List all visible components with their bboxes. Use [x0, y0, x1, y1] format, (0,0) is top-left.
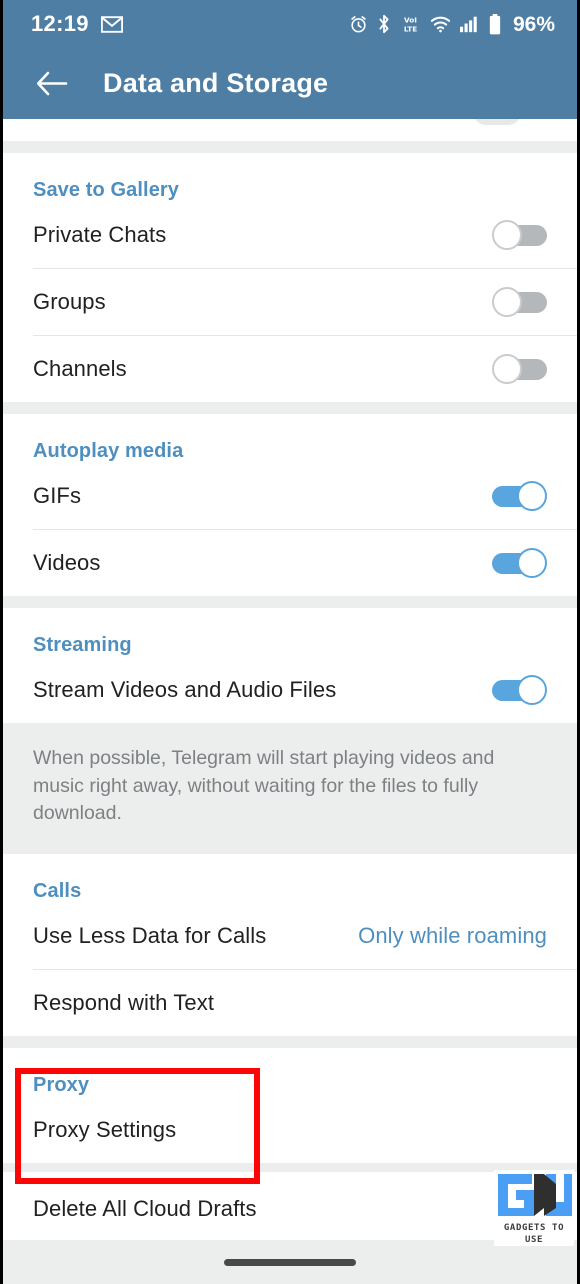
gesture-home-pill[interactable]: [224, 1258, 356, 1266]
section-gap: [3, 402, 577, 414]
row-label: Private Chats: [33, 222, 167, 247]
section-gap: [3, 1163, 577, 1173]
toggle-thumb: [492, 220, 522, 250]
back-arrow-icon[interactable]: [28, 60, 76, 108]
section-gap: [3, 141, 577, 153]
gmail-icon: [100, 15, 123, 33]
app-bar: Data and Storage: [3, 48, 577, 119]
row-stream-videos-audio[interactable]: Stream Videos and Audio Files: [3, 657, 577, 723]
row-label: Delete All Cloud Drafts: [33, 1196, 257, 1222]
volte-icon: VoI LTE: [400, 14, 421, 34]
section-header-streaming: Streaming: [33, 634, 132, 656]
section-header-autoplay-media: Autoplay media: [33, 440, 184, 462]
toggle-channels[interactable]: [492, 354, 547, 384]
status-bar: 12:19 VoI LTE 96%: [3, 0, 577, 48]
status-bar-icon-group: VoI LTE 96%: [349, 12, 555, 36]
wifi-icon: [430, 15, 451, 33]
bluetooth-icon: [377, 14, 391, 34]
toggle-thumb: [517, 481, 547, 511]
alarm-icon: [349, 15, 368, 34]
row-label: Proxy Settings: [33, 1117, 177, 1143]
page-title: Data and Storage: [103, 68, 329, 98]
section-gap: [3, 1036, 577, 1049]
toggle-thumb: [517, 548, 547, 578]
system-navigation-bar: [3, 1240, 577, 1284]
section-proxy-wrapper: Proxy Proxy Settings: [3, 1048, 577, 1185]
toggle-thumb: [492, 287, 522, 317]
toggle-thumb: [492, 354, 522, 384]
toggle-groups[interactable]: [492, 287, 547, 317]
streaming-description: When possible, Telegram will start playi…: [3, 723, 577, 855]
cellular-signal-icon: [459, 15, 480, 33]
row-delete-all-cloud-drafts[interactable]: Delete All Cloud Drafts: [3, 1172, 577, 1246]
svg-text:VoI: VoI: [404, 15, 417, 24]
watermark-label: GADGETS TO USE: [494, 1222, 574, 1246]
section-header-proxy: Proxy: [33, 1074, 90, 1097]
row-videos[interactable]: Videos: [3, 530, 577, 596]
section-cloud-drafts: Delete All Cloud Drafts: [3, 1172, 577, 1247]
row-groups[interactable]: Groups: [3, 269, 577, 335]
svg-text:LTE: LTE: [404, 24, 417, 33]
section-proxy: Proxy Proxy Settings: [3, 1048, 577, 1164]
row-label: Use Less Data for Calls: [33, 923, 267, 949]
gadgets-to-use-watermark: GADGETS TO USE: [494, 1170, 574, 1246]
toggle-private-chats[interactable]: [492, 220, 547, 250]
row-private-chats[interactable]: Private Chats: [3, 202, 577, 268]
row-respond-with-text[interactable]: Respond with Text: [3, 970, 577, 1036]
section-autoplay-media: Autoplay media GIFs Videos: [3, 414, 577, 596]
row-channels[interactable]: Channels: [3, 336, 577, 402]
row-label: Channels: [33, 356, 127, 381]
section-calls: Calls Use Less Data for Calls Only while…: [3, 854, 577, 1037]
phone-screen: 12:19 VoI LTE 96% Data and Storage Save …: [0, 0, 580, 1284]
row-gifs[interactable]: GIFs: [3, 463, 577, 529]
section-header-calls: Calls: [33, 880, 82, 903]
scrolled-off-toggle: [473, 119, 521, 125]
section-gap: [3, 596, 577, 608]
section-streaming: Streaming Stream Videos and Audio Files: [3, 608, 577, 723]
row-value-use-less-data: Only while roaming: [358, 923, 547, 949]
toggle-thumb: [517, 675, 547, 705]
status-bar-clock: 12:19: [31, 11, 89, 36]
battery-percent-label: 96%: [512, 12, 555, 36]
row-use-less-data-for-calls[interactable]: Use Less Data for Calls Only while roami…: [3, 903, 577, 969]
section-save-to-gallery: Save to Gallery Private Chats Groups Cha…: [3, 153, 577, 402]
section-header-save-to-gallery: Save to Gallery: [33, 179, 180, 201]
streaming-description-text: When possible, Telegram will start playi…: [33, 747, 495, 825]
toggle-videos[interactable]: [492, 548, 547, 578]
scrolled-off-row: [3, 119, 577, 141]
settings-scroll-container[interactable]: Save to Gallery Private Chats Groups Cha…: [3, 119, 577, 1284]
toggle-gifs[interactable]: [492, 481, 547, 511]
gu-logo-icon: [494, 1170, 574, 1222]
battery-icon: [489, 13, 501, 35]
row-proxy-settings[interactable]: Proxy Settings: [3, 1097, 577, 1163]
row-label: Stream Videos and Audio Files: [33, 677, 337, 702]
row-label: Groups: [33, 289, 106, 314]
row-label: Videos: [33, 550, 101, 575]
toggle-stream-videos-audio[interactable]: [492, 675, 547, 705]
row-label: GIFs: [33, 483, 82, 508]
row-label: Respond with Text: [33, 990, 215, 1016]
